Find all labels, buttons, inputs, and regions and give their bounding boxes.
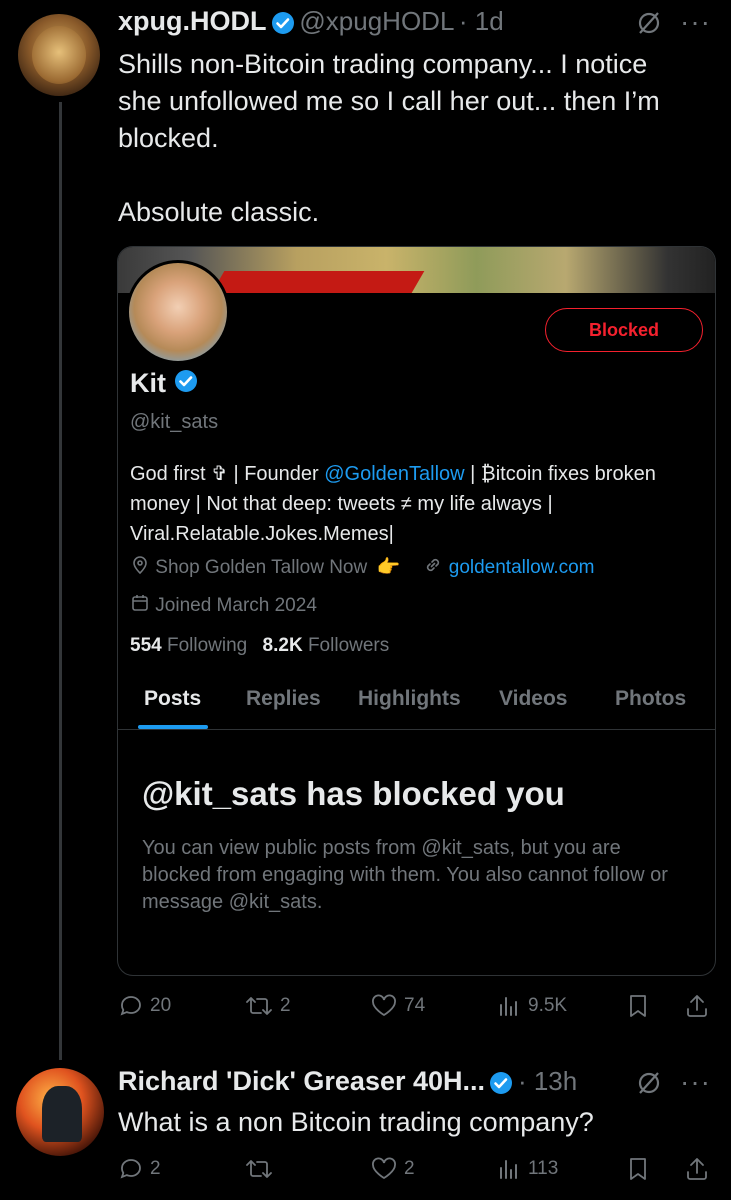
share-button[interactable] [684,1156,710,1182]
reply-count: 2 [150,1158,161,1179]
repost-button[interactable]: 2 [244,993,291,1019]
reply-icon [120,1159,141,1179]
followers-link[interactable]: 8.2K Followers [263,635,390,656]
active-tab-indicator [138,725,208,729]
followers-label: Followers [307,635,390,656]
heart-icon [372,994,396,1017]
following-count: 554 [130,635,162,656]
profile-location: Shop Golden Tallow Now [155,557,368,579]
author-name[interactable]: Richard 'Dick' Greaser 40H... [118,1066,485,1096]
bookmark-button[interactable] [626,1156,650,1182]
tweet-text-line: Shills non-Bitcoin trading company... I … [118,49,648,79]
bookmark-button[interactable] [626,993,650,1019]
follow-counts: 554 Following 8.2K Followers [130,635,389,657]
tweet-text-line: she unfollowed me so I call her out... t… [118,86,660,116]
calendar-icon [130,593,150,619]
avatar[interactable] [18,14,100,96]
views-icon [500,997,517,1016]
repost-count: 2 [280,995,291,1016]
like-count: 2 [404,1158,415,1179]
profile-screenshot-card[interactable]: Blocked Kit @kit_sats God first ✞ | Foun… [117,246,716,976]
verified-badge-icon [174,369,198,400]
bookmark-icon [630,995,646,1017]
tweet-text-line: blocked. [118,123,219,153]
reply-button[interactable]: 20 [118,993,171,1019]
views-count: 113 [528,1158,559,1179]
tab-videos[interactable]: Videos [499,687,567,711]
reply-button[interactable]: 2 [118,1156,161,1182]
tweet-header: Richard 'Dick' Greaser 40H... · 13h [118,1066,577,1100]
following-label: Following [166,635,248,656]
avatar[interactable] [16,1068,104,1156]
views-count: 9.5K [528,995,568,1016]
tab-replies[interactable]: Replies [246,687,321,711]
profile-website-link[interactable]: goldentallow.com [449,557,595,578]
blocked-button[interactable]: Blocked [545,308,703,352]
verified-badge-icon [271,11,295,40]
reply-icon [120,996,141,1016]
banner-decoration [211,271,425,293]
followers-count: 8.2K [262,635,303,656]
profile-meta-row: Shop Golden Tallow Now 👉 goldentallow.co… [130,555,595,581]
thread-line [59,102,62,1060]
more-options-icon[interactable]: ··· [680,1066,711,1098]
author-handle[interactable]: @xpugHODL [299,6,454,36]
link-icon [423,555,443,581]
tweet-text: Shills non-Bitcoin trading company... I … [118,46,718,231]
views-button[interactable]: 9.5K [496,993,567,1019]
profile-tabs: Posts Replies Highlights Videos Photos [118,681,715,730]
tab-posts[interactable]: Posts [144,687,201,711]
profile-bio: God first ✞ | Founder @GoldenTallow | ₿i… [130,459,700,549]
like-count: 74 [404,995,426,1016]
tab-photos[interactable]: Photos [615,687,686,711]
grok-icon[interactable] [636,10,662,41]
blocked-notice-description: You can view public posts from @kit_sats… [142,837,668,913]
blocked-notice-title: @kit_sats has blocked you [142,775,565,812]
share-icon [687,1158,707,1180]
reply-count: 20 [150,995,172,1016]
views-button[interactable]: 113 [496,1156,558,1182]
profile-joined: Joined March 2024 [155,595,317,617]
profile-handle: @kit_sats [130,411,219,433]
profile-name-row: Kit [130,368,198,400]
heart-icon [372,1157,396,1180]
bio-mention-link[interactable]: @GoldenTallow [324,463,464,485]
following-link[interactable]: 554 Following [130,635,247,656]
tweet-text: What is a non Bitcoin trading company? [118,1107,594,1137]
like-button[interactable]: 74 [370,993,425,1019]
profile-name: Kit [130,368,166,398]
profile-joined-row: Joined March 2024 [130,593,317,619]
tweet-text-line: Absolute classic. [118,197,320,227]
tab-highlights[interactable]: Highlights [358,687,461,711]
tweet-header: xpug.HODL @xpugHODL · 1d [118,6,504,40]
more-options-icon[interactable]: ··· [680,6,711,38]
bio-text: God first ✞ | Founder [130,463,325,485]
views-icon [500,1160,517,1179]
repost-button[interactable] [244,1156,274,1182]
like-button[interactable]: 2 [370,1156,415,1182]
pointing-hand-emoji: 👉 [376,557,401,579]
profile-avatar [126,260,230,364]
repost-icon [246,1160,272,1178]
verified-badge-icon [489,1071,513,1100]
share-icon [687,995,707,1017]
bookmark-icon [630,1158,646,1180]
tweet-time[interactable]: · 1d [459,6,504,36]
location-icon [130,555,150,581]
grok-icon[interactable] [636,1070,662,1101]
tweet-text-blank [118,157,718,194]
repost-icon [246,997,272,1015]
tweet-time[interactable]: · 13h [518,1066,577,1096]
share-button[interactable] [684,993,710,1019]
author-name[interactable]: xpug.HODL [118,6,267,36]
